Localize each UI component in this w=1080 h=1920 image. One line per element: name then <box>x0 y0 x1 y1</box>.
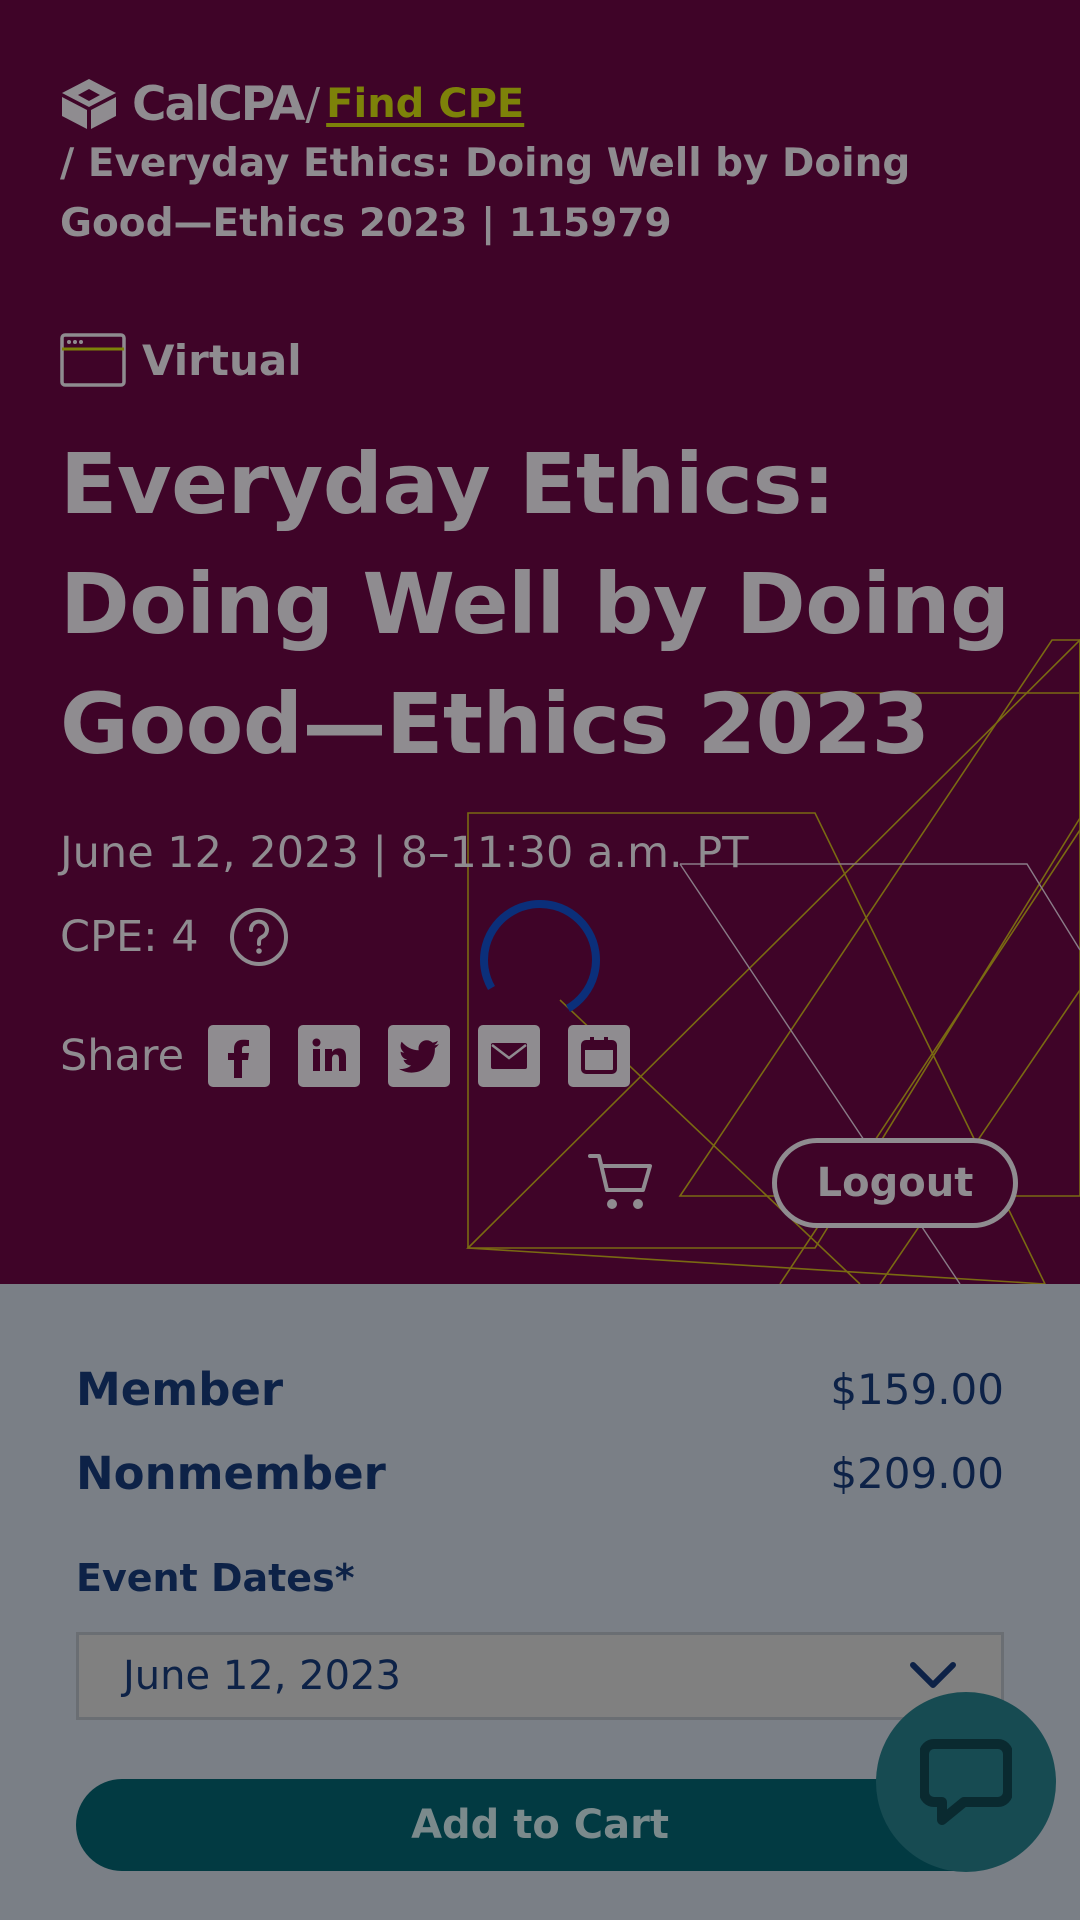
calcpa-logo-icon[interactable] <box>60 77 118 131</box>
share-label: Share <box>60 1031 185 1081</box>
add-to-calendar-button[interactable] <box>568 1025 631 1087</box>
pricing-list: Member $159.00 Nonmember $209.00 <box>76 1358 1004 1526</box>
linkedin-icon <box>312 1038 347 1071</box>
calcpa-logo-text[interactable]: CalCPA <box>132 77 305 132</box>
price-row-nonmember: Nonmember $209.00 <box>76 1442 1004 1504</box>
share-bar: Share <box>60 1025 658 1087</box>
price-label: Member <box>76 1362 284 1416</box>
event-dates-select[interactable]: June 12, 2023 <box>76 1632 1004 1720</box>
price-value: $209.00 <box>830 1448 1004 1498</box>
logout-button[interactable]: Logout <box>772 1138 1018 1228</box>
share-twitter-button[interactable] <box>388 1025 451 1087</box>
event-dates-selected-value: June 12, 2023 <box>123 1653 401 1699</box>
breadcrumb: CalCPA / Find CPE / Everyday Ethics: Doi… <box>60 76 1020 254</box>
breadcrumb-separator: / <box>305 78 321 130</box>
add-to-cart-button[interactable]: Add to Cart <box>76 1779 1004 1871</box>
share-facebook-button[interactable] <box>208 1025 271 1087</box>
price-row-member: Member $159.00 <box>76 1358 1004 1420</box>
browser-window-icon <box>60 333 126 387</box>
event-hero: CalCPA / Find CPE / Everyday Ethics: Doi… <box>0 0 1080 1284</box>
email-icon <box>491 1043 528 1069</box>
help-icon[interactable] <box>229 907 289 967</box>
cart-icon[interactable] <box>588 1152 654 1214</box>
share-linkedin-button[interactable] <box>298 1025 361 1087</box>
cpe-credits: CPE: 4 <box>60 907 289 967</box>
share-email-button[interactable] <box>478 1025 541 1087</box>
price-value: $159.00 <box>830 1364 1004 1414</box>
event-datetime: June 12, 2023 | 8–11:30 a.m. PT <box>60 828 749 878</box>
format-label: Virtual <box>142 335 302 385</box>
loading-spinner-icon <box>480 900 600 1012</box>
breadcrumb-current-page: / Everyday Ethics: Doing Well by Doing G… <box>60 141 911 246</box>
price-label: Nonmember <box>76 1446 386 1500</box>
find-cpe-link[interactable]: Find CPE <box>326 81 524 127</box>
facebook-icon <box>228 1039 250 1078</box>
event-format: Virtual <box>60 333 302 387</box>
chat-bubble-icon <box>920 1739 1012 1825</box>
cpe-label: CPE: 4 <box>60 912 199 962</box>
chat-button[interactable] <box>876 1692 1056 1872</box>
calendar-icon <box>581 1037 618 1074</box>
event-title: Everyday Ethics: Doing Well by Doing Goo… <box>60 435 1010 773</box>
event-dates-label: Event Dates* <box>76 1556 355 1600</box>
twitter-icon <box>399 1040 440 1073</box>
chevron-down-icon <box>910 1662 956 1688</box>
